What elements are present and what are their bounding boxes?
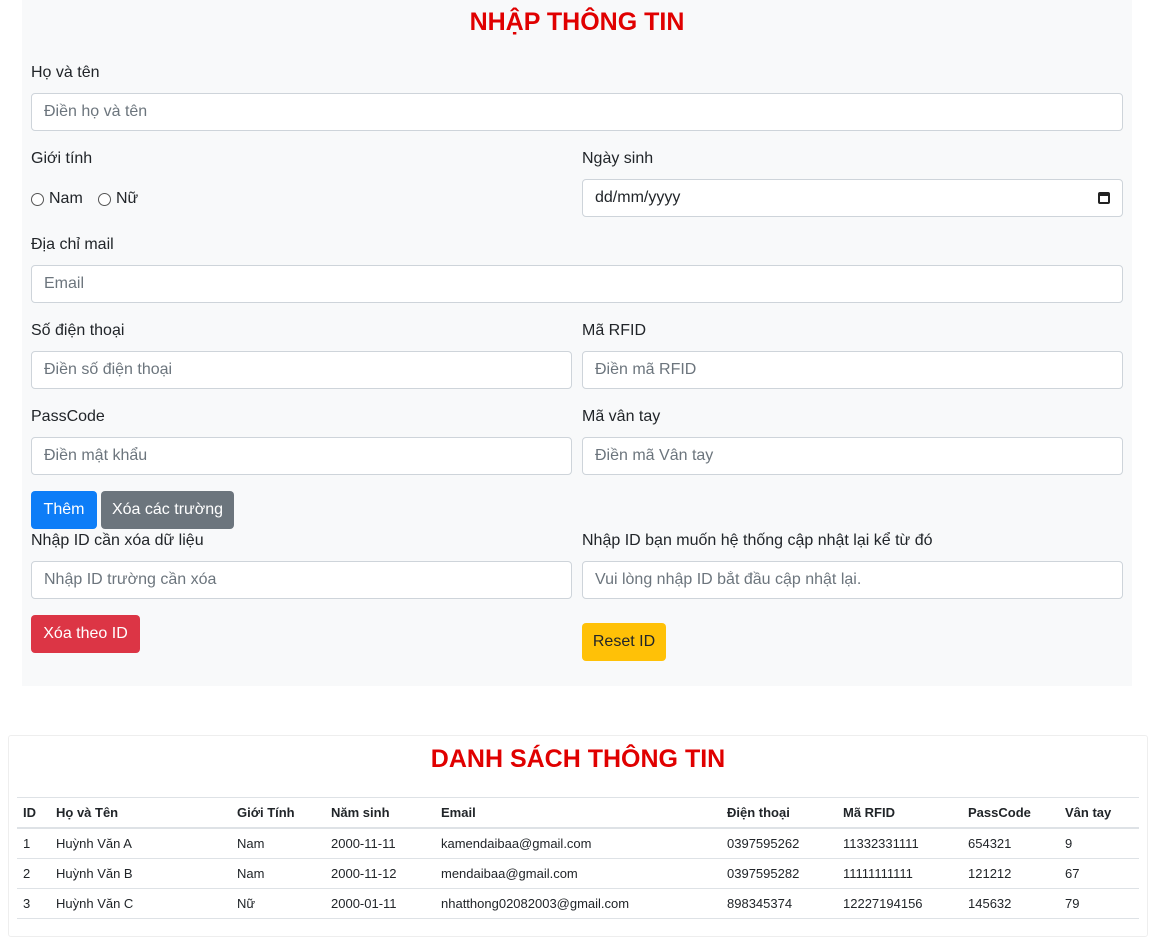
info-list-panel: DANH SÁCH THÔNG TIN ID Họ và Tên Giới Tí… — [8, 735, 1148, 937]
column-header-passcode: PassCode — [962, 797, 1059, 829]
passcode-label: PassCode — [31, 408, 105, 425]
reset-id-input[interactable] — [582, 561, 1123, 599]
table-header-row: ID Họ và Tên Giới Tính Năm sinh Email Đi… — [17, 797, 1139, 829]
delete-id-label: Nhập ID cần xóa dữ liệu — [31, 532, 204, 549]
rfid-label: Mã RFID — [582, 322, 646, 339]
table-cell: 12227194156 — [837, 888, 962, 919]
calendar-icon[interactable] — [1098, 192, 1110, 204]
fullname-input[interactable] — [31, 93, 1123, 131]
fingerprint-label: Mã vân tay — [582, 408, 661, 425]
table-cell: 9 — [1059, 828, 1139, 859]
table-cell: 145632 — [962, 888, 1059, 919]
radio-icon[interactable] — [31, 192, 44, 206]
table-cell: 2000-11-11 — [325, 828, 435, 859]
table-cell: 121212 — [962, 858, 1059, 889]
column-header-birth-year: Năm sinh — [325, 797, 435, 829]
column-header-email: Email — [435, 797, 721, 829]
table-cell: Nữ — [231, 888, 325, 919]
fingerprint-input[interactable] — [582, 437, 1123, 475]
rfid-input[interactable] — [582, 351, 1123, 389]
table-cell: 3 — [17, 888, 50, 919]
radio-icon[interactable] — [98, 192, 111, 206]
table-cell: 898345374 — [721, 888, 837, 919]
table-cell: nhatthong02082003@gmail.com — [435, 888, 721, 919]
table-cell: 11111111111 — [837, 858, 962, 889]
delete-by-id-button[interactable]: Xóa theo ID — [31, 615, 140, 653]
email-label: Địa chỉ mail — [31, 236, 114, 253]
table-row: 1 Huỳnh Văn A Nam 2000-11-11 kamendaibaa… — [17, 828, 1139, 859]
clear-fields-button[interactable]: Xóa các trường — [101, 491, 234, 529]
list-title: DANH SÁCH THÔNG TIN — [430, 745, 726, 773]
table-cell: Huỳnh Văn C — [50, 888, 231, 919]
input-form-panel: NHẬP THÔNG TIN Họ và tên Giới tính Nam N… — [22, 0, 1132, 686]
phone-label: Số điện thoại — [31, 322, 125, 339]
table-cell: Huỳnh Văn A — [50, 828, 231, 859]
table-cell: 2000-01-11 — [325, 888, 435, 919]
reset-id-label: Nhập ID bạn muốn hệ thống cập nhật lại k… — [582, 532, 933, 549]
table-cell: Nam — [231, 828, 325, 859]
table-row: 3 Huỳnh Văn C Nữ 2000-01-11 nhatthong020… — [17, 888, 1139, 919]
table-cell: 2000-11-12 — [325, 858, 435, 889]
column-header-phone: Điện thoại — [721, 797, 837, 829]
column-header-name: Họ và Tên — [50, 797, 231, 829]
table-cell: kamendaibaa@gmail.com — [435, 828, 721, 859]
dob-placeholder: dd/mm/yyyy — [595, 189, 681, 206]
gender-label: Giới tính — [31, 150, 93, 167]
gender-option-label: Nữ — [116, 190, 139, 207]
table-cell: 1 — [17, 828, 50, 859]
table-cell: Nam — [231, 858, 325, 889]
gender-radio-female[interactable]: Nữ — [98, 190, 138, 208]
reset-id-button[interactable]: Reset ID — [582, 623, 666, 661]
passcode-input[interactable] — [31, 437, 572, 475]
table-cell: 67 — [1059, 858, 1139, 889]
table-cell: 11332331111 — [837, 828, 962, 859]
column-header-id: ID — [17, 797, 50, 829]
column-header-fingerprint: Vân tay — [1059, 797, 1139, 829]
add-button[interactable]: Thêm — [31, 491, 97, 529]
gender-radio-male[interactable]: Nam — [31, 190, 83, 208]
dob-input[interactable]: dd/mm/yyyy — [582, 179, 1123, 217]
table-cell: 2 — [17, 858, 50, 889]
form-title: NHẬP THÔNG TIN — [469, 8, 685, 36]
email-input[interactable] — [31, 265, 1123, 303]
column-header-gender: Giới Tính — [231, 797, 325, 829]
fullname-label: Họ và tên — [31, 64, 100, 81]
table-row: 2 Huỳnh Văn B Nam 2000-11-12 mendaibaa@g… — [17, 858, 1139, 889]
table-cell: 654321 — [962, 828, 1059, 859]
dob-label: Ngày sinh — [582, 150, 654, 167]
table-cell: 0397595282 — [721, 858, 837, 889]
table-cell: Huỳnh Văn B — [50, 858, 231, 889]
phone-input[interactable] — [31, 351, 572, 389]
info-table: ID Họ và Tên Giới Tính Năm sinh Email Đi… — [17, 797, 1139, 919]
delete-id-input[interactable] — [31, 561, 572, 599]
column-header-rfid: Mã RFID — [837, 797, 962, 829]
table-cell: 79 — [1059, 888, 1139, 919]
gender-option-label: Nam — [49, 190, 83, 207]
table-cell: 0397595262 — [721, 828, 837, 859]
table-cell: mendaibaa@gmail.com — [435, 858, 721, 889]
